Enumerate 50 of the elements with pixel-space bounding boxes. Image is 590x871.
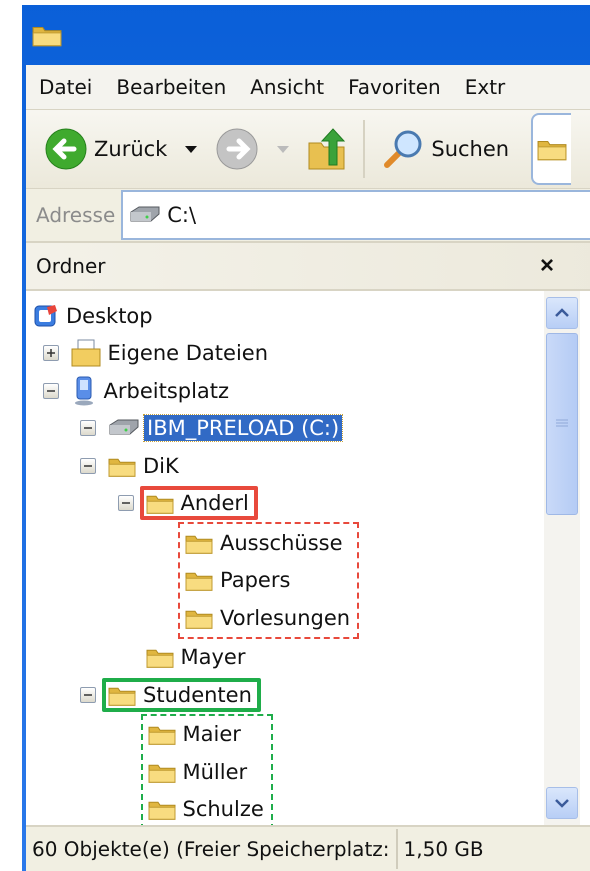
folder-tree-item[interactable]: Arbeitsplatz bbox=[100, 378, 232, 404]
folder-tree-item[interactable]: IBM_PRELOAD (C:) bbox=[144, 415, 342, 442]
drive-icon bbox=[129, 206, 162, 224]
plus-icon bbox=[46, 349, 54, 358]
scroll-thumb[interactable] bbox=[546, 333, 578, 515]
menu-item[interactable]: Extr bbox=[452, 75, 516, 99]
scrollbar[interactable] bbox=[544, 291, 580, 825]
folder-tree-item[interactable]: Anderl bbox=[178, 490, 252, 516]
folders-button[interactable] bbox=[531, 113, 572, 185]
folder-tree-item[interactable]: Studenten bbox=[140, 682, 255, 708]
collapse-button[interactable] bbox=[80, 686, 96, 703]
status-text: 60 Objekte(e) (Freier Speicherplatz: bbox=[26, 829, 398, 869]
status-text: 1,50 GB bbox=[402, 836, 485, 863]
folder-tree-item[interactable]: Desktop bbox=[63, 302, 156, 329]
chevron-down-icon bbox=[555, 798, 569, 808]
menu-item[interactable]: Bearbeiten bbox=[103, 75, 238, 99]
folder-tree-item[interactable]: Schulze bbox=[180, 796, 267, 822]
folder-tree-item[interactable]: Maier bbox=[180, 721, 244, 748]
back-button[interactable]: Zurück bbox=[40, 127, 172, 171]
folder-tree-item[interactable]: Müller bbox=[180, 758, 250, 785]
collapse-button[interactable] bbox=[118, 495, 134, 512]
arrow-left-icon bbox=[44, 127, 88, 171]
folder-up-icon bbox=[307, 127, 348, 171]
address-label: Adresse bbox=[35, 203, 116, 227]
collapse-button[interactable] bbox=[42, 382, 58, 399]
folder-tree-item[interactable]: Mayer bbox=[178, 644, 248, 670]
documents-icon bbox=[70, 339, 100, 368]
expand-button[interactable] bbox=[42, 345, 58, 362]
drive-icon bbox=[108, 419, 140, 438]
menu-item[interactable]: Favoriten bbox=[335, 75, 452, 99]
menu-item[interactable]: Ansicht bbox=[237, 75, 336, 99]
scroll-up-button[interactable] bbox=[546, 297, 578, 329]
folder-tree-item[interactable]: Ausschüsse bbox=[217, 530, 346, 556]
close-button[interactable]: × bbox=[540, 252, 554, 280]
folder-tree-item[interactable]: DiK bbox=[140, 452, 182, 479]
folder-tree-item[interactable]: Papers bbox=[217, 567, 294, 594]
address-field[interactable]: C:\ bbox=[121, 190, 590, 240]
desktop-icon bbox=[33, 302, 59, 329]
collapse-button[interactable] bbox=[80, 420, 96, 436]
chevron-up-icon bbox=[555, 308, 569, 318]
pane-title: Ordner bbox=[36, 254, 106, 278]
caret-icon[interactable] bbox=[185, 146, 198, 152]
collapse-button[interactable] bbox=[80, 458, 96, 474]
folder-tree-item[interactable]: Vorlesungen bbox=[217, 604, 354, 631]
menu-item[interactable]: Datei bbox=[26, 75, 104, 99]
folder-tree-item[interactable]: Eigene Dateien bbox=[104, 340, 272, 366]
search-button[interactable]: Suchen bbox=[377, 127, 514, 171]
arrow-right-icon bbox=[215, 127, 260, 171]
scroll-down-button[interactable] bbox=[546, 787, 578, 819]
grip-icon bbox=[556, 419, 568, 429]
